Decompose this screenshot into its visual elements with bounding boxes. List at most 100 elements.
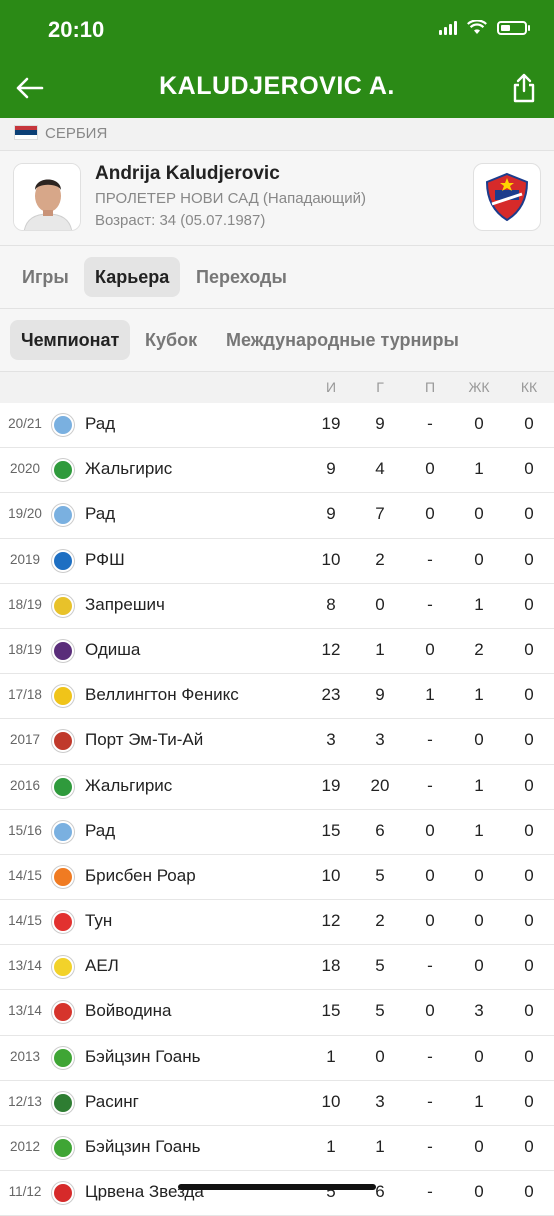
signal-icon: [439, 20, 457, 35]
tab-games[interactable]: Игры: [11, 257, 80, 297]
col-header-assists: П: [424, 379, 436, 395]
table-row[interactable]: 13/14 АЕЛ 18 5 - 0 0: [0, 945, 554, 991]
row-assists: -: [427, 1137, 433, 1156]
row-team-name[interactable]: Порт Эм-Ти-Ай: [85, 730, 203, 750]
table-row[interactable]: 17/18 Веллингтон Феникс 23 9 1 1 0: [0, 674, 554, 720]
table-row[interactable]: 19/20 Рад 9 7 0 0 0: [0, 493, 554, 539]
country-name[interactable]: СЕРБИЯ: [45, 125, 107, 142]
row-games: 1: [326, 1137, 336, 1156]
table-row[interactable]: 2012 Бэйцзин Гоань 1 1 - 0 0: [0, 1126, 554, 1172]
row-season: 2016: [9, 777, 41, 793]
player-name: Andrija Kaludjerovic: [95, 163, 280, 184]
team-logo-icon: [52, 865, 74, 888]
player-avatar: [13, 163, 81, 231]
row-team-name[interactable]: Жальгирис: [85, 776, 172, 796]
row-games: 19: [321, 414, 341, 433]
row-games: 1: [326, 1046, 336, 1066]
row-team-name[interactable]: Запрешич: [85, 595, 165, 615]
col-header-games: И: [325, 379, 337, 395]
row-games: 10: [321, 1091, 341, 1111]
table-row[interactable]: 14/15 Тун 12 2 0 0 0: [0, 900, 554, 946]
tab-career[interactable]: Карьера: [84, 257, 181, 297]
row-red-cards: 0: [524, 504, 534, 524]
team-logo-icon: [52, 594, 74, 617]
row-team-name[interactable]: Бэйцзин Гоань: [85, 1047, 201, 1067]
battery-icon: [497, 20, 530, 35]
table-row[interactable]: 2019 РФШ 10 2 - 0 0: [0, 538, 554, 584]
row-season: 20/21: [8, 416, 42, 431]
table-row[interactable]: 12/13 Расинг 10 3-1 0: [0, 1080, 554, 1126]
row-team-name[interactable]: АЕЛ: [85, 956, 119, 976]
table-row[interactable]: 18/19 Одиша 12 1 0 2 0: [0, 628, 554, 675]
row-team-name[interactable]: Рад: [85, 414, 115, 434]
row-team-name[interactable]: Бэйцзин Гоань: [85, 1137, 201, 1157]
row-season: 14/15: [8, 913, 42, 929]
table-row[interactable]: 18/19 Запрешич 8 0 - 1 0: [0, 583, 554, 629]
row-goals: 0: [375, 594, 385, 614]
row-team-name[interactable]: Тун: [85, 911, 112, 931]
row-assists: 0: [425, 459, 435, 479]
table-row[interactable]: 2017 Порт Эм-Ти-Ай 3 3 - 0 0: [0, 719, 554, 765]
row-season: 13/14: [8, 958, 42, 974]
row-games: 8: [326, 594, 336, 614]
status-icons: [439, 20, 530, 35]
club-logo-icon[interactable]: [473, 163, 541, 231]
table-row[interactable]: 20/21 Рад 19 9 - 0 0: [0, 403, 554, 449]
team-logo-icon: [52, 639, 74, 662]
col-header-red-cards: КК: [520, 379, 538, 395]
row-red-cards: 0: [524, 1091, 534, 1111]
team-logo-icon: [52, 1046, 74, 1069]
subtab-cup[interactable]: Кубок: [134, 320, 208, 360]
row-team-name[interactable]: Одиша: [85, 640, 140, 660]
row-yellow-cards: 0: [474, 414, 484, 433]
row-yellow-cards: 0: [474, 549, 484, 569]
row-goals: 5: [375, 956, 385, 976]
row-yellow-cards: 1: [474, 1091, 484, 1111]
row-yellow-cards: 0: [474, 911, 484, 931]
row-team-name[interactable]: Рад: [85, 504, 115, 524]
subtab-league[interactable]: Чемпионат: [10, 320, 131, 360]
row-team-name[interactable]: Веллингтон Феникс: [85, 685, 239, 705]
share-icon[interactable]: [510, 72, 538, 104]
row-assists: -: [427, 594, 433, 614]
col-header-goals: Г: [376, 379, 384, 395]
row-team-name[interactable]: РФШ: [85, 550, 125, 570]
row-goals: 3: [375, 730, 385, 750]
row-season: 2019: [9, 551, 41, 567]
row-games: 12: [321, 911, 341, 931]
table-row[interactable]: 11/12 Црвена Звезда 5 6-0 0: [0, 1171, 554, 1216]
row-season: 18/19: [8, 596, 42, 612]
player-photo: [14, 164, 80, 230]
row-team-name[interactable]: Жальгирис: [85, 459, 172, 479]
table-row[interactable]: 2016 Жальгирис 19 20 - 1 0: [0, 764, 554, 810]
row-season: 11/12: [8, 1184, 42, 1200]
col-header-yellow-cards: ЖК: [468, 379, 490, 395]
table-row[interactable]: 13/14 Войводина 15 5 0 3 0: [0, 990, 554, 1036]
team-logo-icon: [52, 820, 74, 843]
row-yellow-cards: 0: [474, 1137, 484, 1156]
row-assists: 1: [425, 685, 435, 705]
row-goals: 6: [375, 820, 385, 840]
row-goals: 0: [375, 1046, 385, 1066]
row-red-cards: 0: [524, 594, 534, 614]
row-season: 12/13: [8, 1093, 42, 1109]
table-row[interactable]: 2020 Жальгирис 9 4 0 1 0: [0, 448, 554, 494]
row-assists: -: [427, 775, 433, 795]
row-yellow-cards: 3: [474, 1001, 484, 1021]
subtab-international[interactable]: Международные турниры: [215, 320, 470, 360]
row-team-name[interactable]: Войводина: [85, 1001, 171, 1021]
tab-transfers[interactable]: Переходы: [185, 257, 298, 297]
player-team-position[interactable]: ПРОЛЕТЕР НОВИ САД (Нападающий): [95, 190, 366, 207]
row-goals: 1: [375, 639, 385, 659]
row-team-name[interactable]: Расинг: [85, 1092, 139, 1112]
career-table: 20/21 Рад 19 9-0 0 2020 Жальгирис 9 4 0 1 0 19/20 Рад…: [0, 403, 554, 1216]
row-yellow-cards: 2: [474, 639, 484, 659]
row-assists: -: [427, 1091, 433, 1111]
row-team-name[interactable]: Рад: [85, 821, 115, 841]
table-row[interactable]: 15/16 Рад 15 6 0 1 0: [0, 809, 554, 855]
row-yellow-cards: 0: [474, 956, 484, 976]
row-team-name[interactable]: Брисбен Роар: [85, 866, 196, 886]
table-row[interactable]: 2013 Бэйцзин Гоань 1 0 - 0 0: [0, 1035, 554, 1081]
table-row[interactable]: 14/15 Брисбен Роар 10 5 0 0 0: [0, 854, 554, 901]
home-indicator[interactable]: [178, 1184, 376, 1190]
